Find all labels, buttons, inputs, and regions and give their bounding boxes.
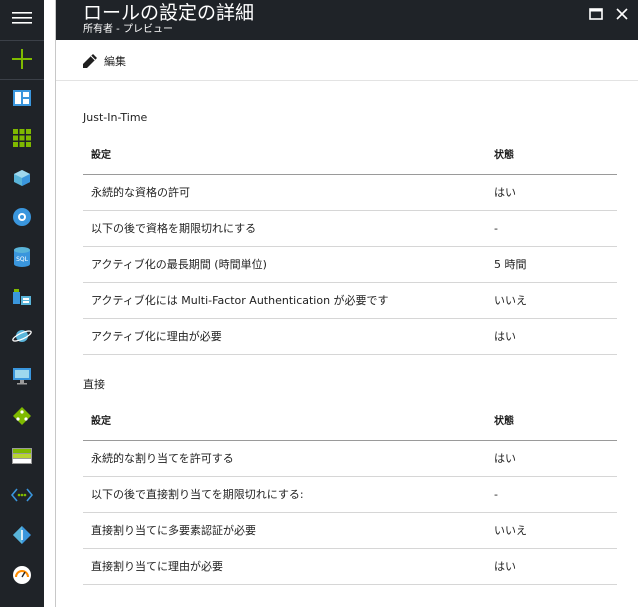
cosmos-planet-icon — [12, 330, 32, 342]
globe-icon — [13, 208, 31, 226]
monitor-gauge-icon — [13, 566, 31, 584]
close-icon — [616, 8, 628, 20]
setting-value: はい — [494, 186, 516, 199]
setting-name: 以下の後で資格を期限切れにする — [91, 222, 257, 235]
cube-icon — [14, 170, 30, 186]
dashboard-button[interactable] — [0, 80, 44, 116]
virtual-machine-icon — [13, 368, 31, 385]
section-title-just-in-time: Just-In-Time — [83, 111, 148, 124]
role-settings-blade: ロールの設定の詳細 所有者 - プレビュー 編集 Just-In-Time 設定… — [55, 0, 638, 607]
setting-value: はい — [494, 452, 516, 465]
sql-servers-button[interactable] — [0, 279, 44, 315]
edit-button[interactable]: 編集 — [82, 52, 126, 70]
setting-value: 5 時間 — [494, 258, 527, 271]
dashboard-icon — [13, 90, 31, 106]
edit-button-label: 編集 — [104, 55, 126, 68]
virtual-machines-button[interactable] — [0, 358, 44, 394]
table-row: 永続的な割り当てを許可する はい — [83, 441, 617, 477]
table-row: 直接割り当てに多要素認証が必要 いいえ — [83, 513, 617, 549]
table-header-row: 設定 状態 — [83, 404, 617, 441]
setting-value: はい — [494, 560, 516, 573]
just-in-time-settings-table: 設定 状態 永続的な資格の許可 はい 以下の後で資格を期限切れにする - アクテ… — [83, 138, 617, 355]
resource-groups-button[interactable] — [0, 160, 44, 196]
blade-subtitle: 所有者 - プレビュー — [83, 24, 173, 35]
table-row: アクティブ化には Multi-Factor Authentication が必要… — [83, 283, 617, 319]
load-balancer-icon — [13, 407, 31, 425]
setting-name: 以下の後で直接割り当てを期限切れにする: — [91, 488, 304, 501]
setting-value: はい — [494, 330, 516, 343]
table-row: 以下の後で資格を期限切れにする - — [83, 211, 617, 247]
table-row: アクティブ化に理由が必要 はい — [83, 319, 617, 355]
cosmos-db-button[interactable] — [0, 318, 44, 354]
all-resources-button[interactable] — [0, 120, 44, 156]
setting-value: いいえ — [494, 294, 527, 307]
table-row: アクティブ化の最長期間 (時間単位) 5 時間 — [83, 247, 617, 283]
active-directory-icon — [13, 526, 31, 544]
setting-name: 直接割り当てに多要素認証が必要 — [91, 524, 256, 537]
create-resource-button[interactable] — [0, 41, 44, 77]
blade-header: ロールの設定の詳細 所有者 - プレビュー — [56, 0, 638, 40]
setting-value: - — [494, 222, 498, 235]
table-row: 以下の後で直接割り当てを期限切れにする: - — [83, 477, 617, 513]
setting-name: アクティブ化には Multi-Factor Authentication が必要… — [91, 294, 389, 307]
monitor-button[interactable] — [0, 557, 44, 593]
setting-name: アクティブ化の最長期間 (時間単位) — [91, 258, 267, 271]
app-services-button[interactable] — [0, 199, 44, 235]
setting-name: アクティブ化に理由が必要 — [91, 330, 222, 343]
sql-database-icon: SQL — [14, 247, 30, 267]
svg-text:SQL: SQL — [16, 256, 29, 263]
maximize-button[interactable] — [586, 4, 606, 24]
left-nav-sidebar: SQL — [0, 0, 44, 607]
direct-settings-table: 設定 状態 永続的な割り当てを許可する はい 以下の後で直接割り当てを期限切れに… — [83, 404, 617, 585]
sql-server-icon — [13, 289, 31, 305]
column-header-setting: 設定 — [91, 150, 111, 161]
load-balancers-button[interactable] — [0, 398, 44, 434]
virtual-networks-button[interactable] — [0, 477, 44, 513]
column-header-setting: 設定 — [91, 416, 111, 427]
table-row: 永続的な資格の許可 はい — [83, 175, 617, 211]
table-row: 直接割り当てに理由が必要 はい — [83, 549, 617, 585]
virtual-network-icon — [11, 488, 33, 502]
azure-active-directory-button[interactable] — [0, 517, 44, 553]
setting-name: 永続的な割り当てを許可する — [91, 452, 234, 465]
plus-new-icon — [12, 49, 32, 69]
storage-icon — [12, 448, 32, 464]
command-bar: 編集 — [56, 40, 638, 81]
hamburger-menu-icon — [12, 12, 32, 24]
close-button[interactable] — [612, 4, 632, 24]
pencil-icon — [83, 54, 97, 68]
setting-name: 直接割り当てに理由が必要 — [91, 560, 223, 573]
setting-value: - — [494, 488, 498, 501]
sql-databases-button[interactable]: SQL — [0, 239, 44, 275]
maximize-icon — [589, 8, 603, 20]
blade-title: ロールの設定の詳細 — [83, 2, 255, 24]
all-resources-icon — [13, 129, 31, 147]
hamburger-menu-button[interactable] — [0, 0, 44, 36]
section-title-direct: 直接 — [83, 378, 105, 391]
column-header-status: 状態 — [494, 150, 514, 161]
column-header-status: 状態 — [494, 416, 514, 427]
table-header-row: 設定 状態 — [83, 138, 617, 175]
setting-value: いいえ — [494, 524, 527, 537]
storage-accounts-button[interactable] — [0, 438, 44, 474]
setting-name: 永続的な資格の許可 — [91, 186, 190, 199]
